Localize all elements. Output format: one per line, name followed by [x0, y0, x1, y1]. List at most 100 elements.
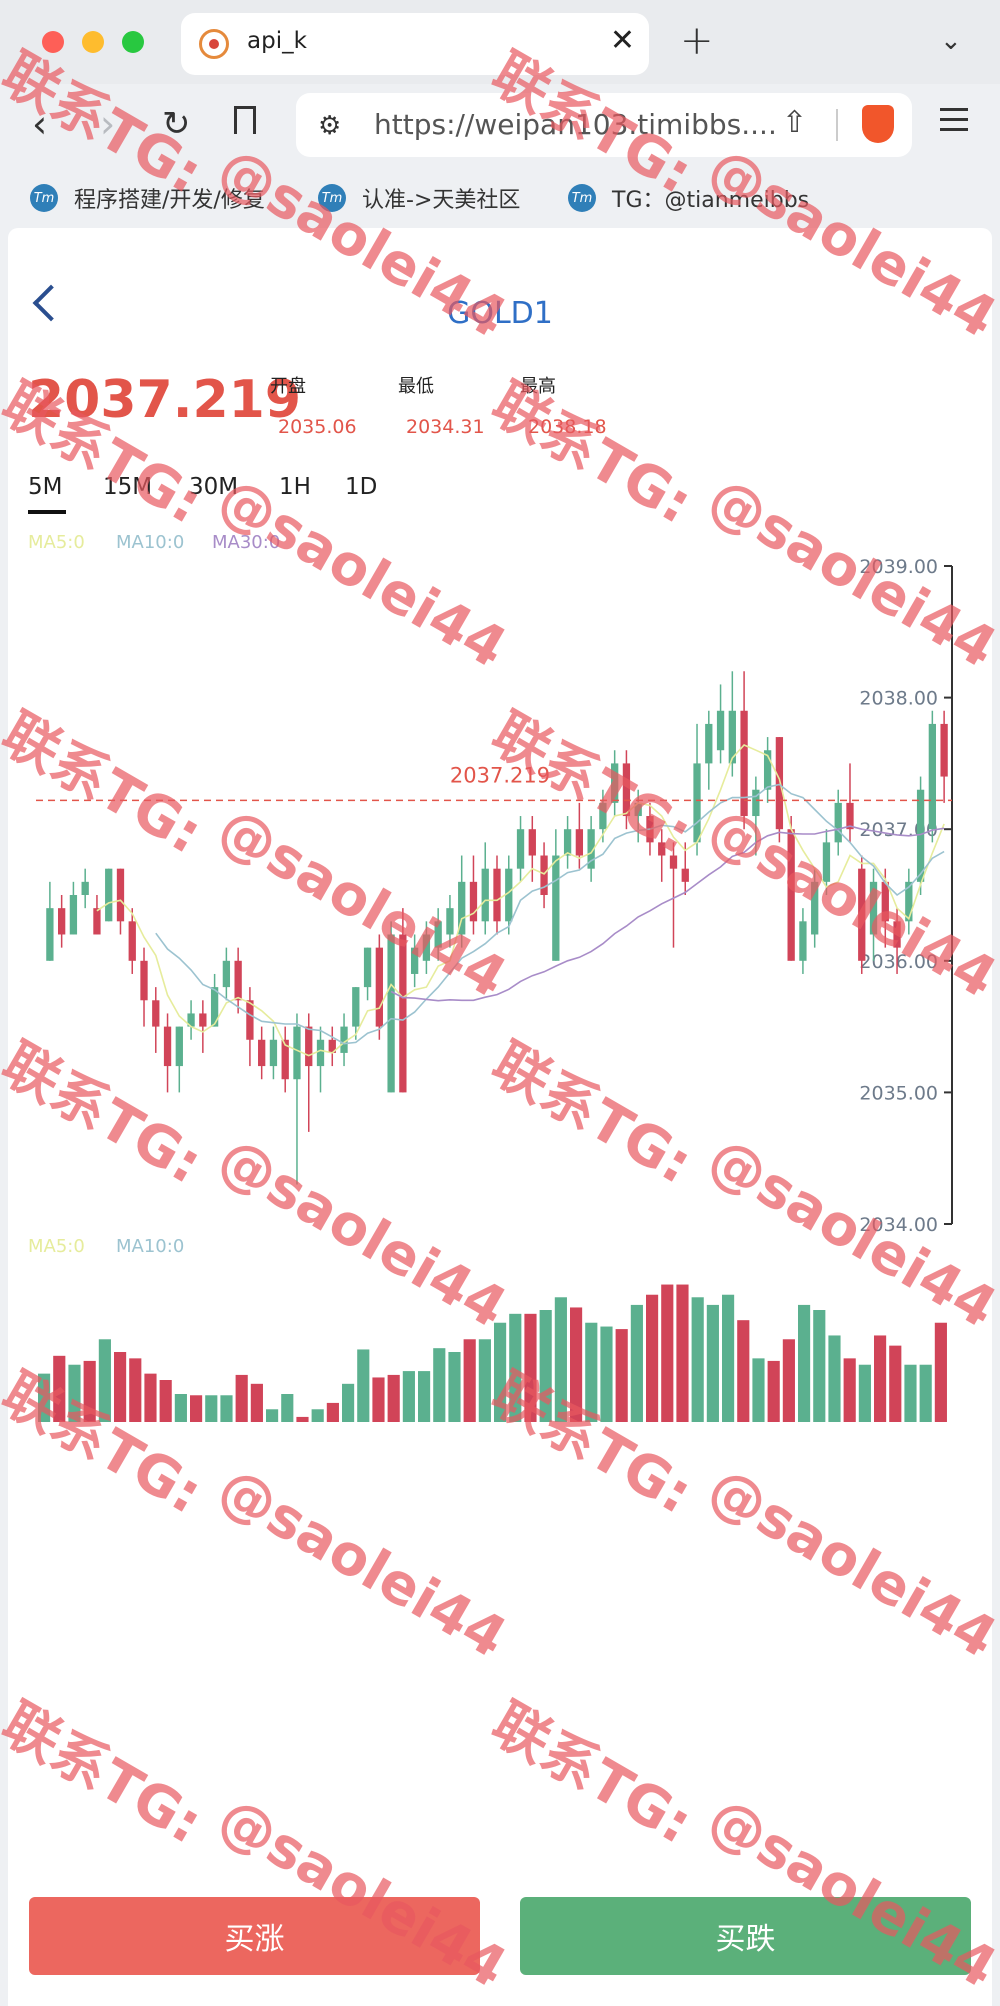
candle [69, 895, 78, 935]
candle [422, 934, 431, 961]
candle [258, 1039, 266, 1067]
volume-bar [767, 1360, 780, 1422]
kline-chart[interactable]: 2039.002038.002037.002036.002035.002034.… [8, 228, 992, 1428]
candle [834, 802, 842, 843]
candle [916, 789, 925, 882]
zoom-window-button[interactable] [122, 31, 144, 53]
tab-close-icon[interactable]: ✕ [610, 23, 635, 58]
candle [811, 881, 819, 935]
candle [269, 1039, 278, 1067]
bookmark-label: 程序搭建/开发/修复 [74, 188, 265, 213]
candle [669, 855, 678, 869]
volume-bar [615, 1329, 628, 1422]
volume-bar [190, 1395, 203, 1422]
volume-bar [448, 1352, 461, 1422]
volume-bar [782, 1339, 795, 1422]
browser-back-icon[interactable]: ‹ [32, 102, 47, 146]
volume-bar [752, 1358, 765, 1422]
address-bar[interactable]: ⚙ https://weipan103.timibbs.... ⇧ [296, 93, 912, 157]
candle [681, 868, 689, 882]
buy-down-button[interactable]: 买跌 [520, 1897, 971, 1975]
candle [410, 947, 419, 974]
candle [446, 908, 454, 935]
browser-tab[interactable]: api_k ✕ [181, 13, 649, 75]
buy-up-button[interactable]: 买涨 [29, 1897, 480, 1975]
bookmark-item[interactable]: Tm 程序搭建/开发/修复 [30, 180, 265, 216]
candle [528, 829, 536, 856]
candle [622, 763, 631, 817]
volume-bar [539, 1310, 552, 1422]
share-icon[interactable]: ⇧ [782, 105, 807, 140]
menu-icon[interactable] [940, 108, 968, 138]
candle [493, 868, 501, 922]
candle [693, 763, 701, 843]
bookmark-item[interactable]: Tm TG：@tianmeibbs [568, 180, 809, 216]
volume-bar [554, 1297, 567, 1422]
bookmark-item[interactable]: Tm 认准->天美社区 [318, 180, 520, 216]
volume-bar [418, 1371, 431, 1422]
volume-bar [874, 1335, 887, 1422]
volume-bar [281, 1394, 294, 1422]
volume-bar [220, 1395, 233, 1422]
volume-bar [524, 1313, 537, 1422]
candle [363, 947, 372, 988]
y-axis-tick-label: 2035.00 [859, 1082, 938, 1104]
browser-tab-bar: api_k ✕ + ⌄ [0, 0, 1000, 84]
volume-bar [828, 1335, 841, 1422]
site-settings-icon[interactable]: ⚙ [318, 111, 341, 141]
candle [305, 1026, 313, 1067]
candle [152, 1000, 160, 1027]
volume-bar [250, 1383, 263, 1422]
volume-bar [630, 1304, 643, 1422]
browser-forward-icon[interactable]: › [100, 102, 115, 146]
y-axis-tick-label: 2034.00 [859, 1214, 938, 1236]
candle [199, 1013, 207, 1027]
candle [481, 868, 489, 922]
y-axis-tick-label: 2038.00 [859, 688, 938, 710]
volume-bar [387, 1374, 400, 1422]
candle [787, 829, 795, 961]
url-text[interactable]: https://weipan103.timibbs.... [374, 108, 777, 141]
volume-bar [402, 1371, 415, 1422]
candle [434, 921, 442, 948]
candle [716, 710, 725, 751]
bookmark-favicon-icon: Tm [30, 184, 58, 212]
candle [540, 855, 548, 895]
volume-bar [463, 1339, 476, 1422]
site-favicon-icon [199, 29, 229, 59]
candle [140, 960, 148, 1001]
volume-bar [646, 1294, 659, 1422]
minimize-window-button[interactable] [82, 31, 104, 53]
volume-bar [691, 1297, 704, 1422]
tab-title: api_k [247, 28, 307, 54]
volume-bar [326, 1402, 339, 1422]
volume-bar [98, 1339, 111, 1422]
candle [599, 802, 607, 830]
bookmark-favicon-icon: Tm [318, 184, 346, 212]
browser-toolbar: ‹ › ↻ ⚙ https://weipan103.timibbs.... ⇧ [0, 84, 1000, 174]
volume-bar [661, 1284, 674, 1422]
volume-bar [68, 1364, 81, 1422]
candle [93, 908, 101, 935]
brave-shield-icon[interactable] [862, 105, 894, 143]
candle [516, 829, 525, 869]
candle [163, 1026, 172, 1067]
bookmark-icon[interactable] [234, 106, 256, 134]
close-window-button[interactable] [42, 31, 64, 53]
candle [81, 881, 89, 895]
volume-bar [114, 1352, 127, 1422]
divider [836, 109, 838, 141]
reload-icon[interactable]: ↻ [162, 104, 191, 144]
volume-bar [372, 1377, 385, 1422]
candle [893, 921, 901, 948]
candle [316, 1039, 325, 1067]
volume-bar [159, 1380, 172, 1422]
candle [552, 855, 560, 961]
tab-list-chevron-icon[interactable]: ⌄ [940, 26, 962, 56]
new-tab-icon[interactable]: + [680, 18, 714, 64]
candle [116, 868, 125, 922]
candle [799, 921, 807, 961]
y-axis-tick-label: 2039.00 [859, 556, 938, 578]
candle [375, 947, 383, 1027]
candle [928, 723, 936, 830]
